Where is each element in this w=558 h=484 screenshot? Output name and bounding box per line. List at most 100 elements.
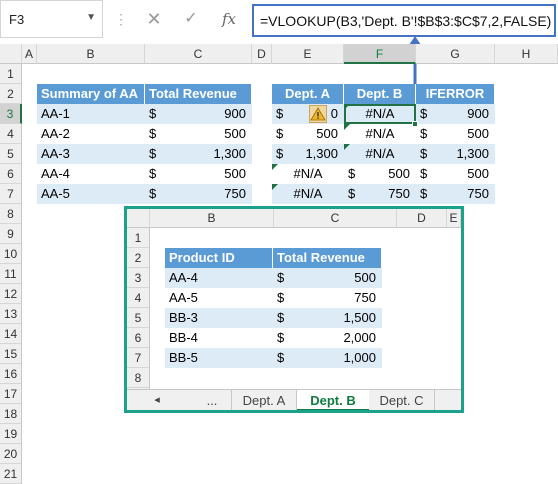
summary-cell-id[interactable]: AA-2 xyxy=(37,124,145,144)
row-header-20[interactable]: 20 xyxy=(0,444,22,464)
dept-a-value[interactable]: #N/A xyxy=(272,164,344,184)
summary-cell-value[interactable]: 500 xyxy=(175,124,252,144)
summary-header-revenue[interactable]: Total Revenue xyxy=(145,84,252,104)
column-header-f[interactable]: F xyxy=(344,44,416,64)
row-header-19[interactable]: 19 xyxy=(0,424,22,444)
summary-cell-id[interactable]: AA-4 xyxy=(37,164,145,184)
row-header-7[interactable]: 7 xyxy=(0,184,22,204)
summary-cell-value[interactable]: 500 xyxy=(175,164,252,184)
popup-header-product-id[interactable]: Product ID xyxy=(165,248,273,268)
row-header-9[interactable]: 9 xyxy=(0,224,22,244)
row-header-17[interactable]: 17 xyxy=(0,384,22,404)
dept-b-currency[interactable]: $ xyxy=(344,164,370,184)
popup-row-header-8[interactable]: 8 xyxy=(127,368,150,388)
select-all-corner[interactable] xyxy=(0,44,22,64)
popup-column-header-b[interactable]: B xyxy=(150,209,274,228)
dept-a-currency[interactable]: $ xyxy=(272,104,292,124)
tab-dept-c[interactable]: Dept. C xyxy=(369,390,435,410)
dept-header-b[interactable]: Dept. B xyxy=(344,84,416,104)
row-header-18[interactable]: 18 xyxy=(0,404,22,424)
popup-row-header-7[interactable]: 7 xyxy=(127,348,150,368)
summary-cell-value[interactable]: 750 xyxy=(175,184,252,204)
column-header-a[interactable]: A xyxy=(22,44,37,64)
popup-cell-id[interactable]: BB-4 xyxy=(165,328,273,348)
popup-column-header-c[interactable]: C xyxy=(274,209,397,228)
dept-a-value[interactable]: #N/A xyxy=(272,184,344,204)
summary-cell-id[interactable]: AA-3 xyxy=(37,144,145,164)
dept-b-currency[interactable]: $ xyxy=(344,184,370,204)
dept-b-value[interactable]: #N/A xyxy=(344,144,416,164)
dept-b-value[interactable]: 500 xyxy=(370,164,416,184)
popup-cell-currency[interactable]: $ xyxy=(273,348,303,368)
row-header-14[interactable]: 14 xyxy=(0,324,22,344)
iferror-value[interactable]: 500 xyxy=(440,164,495,184)
warning-icon[interactable] xyxy=(309,105,327,123)
row-header-8[interactable]: 8 xyxy=(0,204,22,224)
dept-header-iferror[interactable]: IFERROR xyxy=(416,84,495,104)
column-header-h[interactable]: H xyxy=(495,44,558,64)
row-header-4[interactable]: 4 xyxy=(0,124,22,144)
row-header-10[interactable]: 10 xyxy=(0,244,22,264)
summary-cell-currency[interactable]: $ xyxy=(145,164,175,184)
popup-cell-currency[interactable]: $ xyxy=(273,328,303,348)
popup-cell-value[interactable]: 1,000 xyxy=(303,348,382,368)
row-header-6[interactable]: 6 xyxy=(0,164,22,184)
popup-cell-id[interactable]: BB-5 xyxy=(165,348,273,368)
dept-header-a[interactable]: Dept. A xyxy=(272,84,344,104)
iferror-value[interactable]: 900 xyxy=(440,104,495,124)
summary-cell-currency[interactable]: $ xyxy=(145,124,175,144)
summary-cell-value[interactable]: 1,300 xyxy=(175,144,252,164)
iferror-currency[interactable]: $ xyxy=(416,184,440,204)
popup-cell-value[interactable]: 1,500 xyxy=(303,308,382,328)
tab-more-button[interactable]: ... xyxy=(201,390,223,410)
column-header-c[interactable]: C xyxy=(145,44,252,64)
row-header-5[interactable]: 5 xyxy=(0,144,22,164)
dept-b-value[interactable]: #N/A xyxy=(344,124,416,144)
tab-dept-b[interactable]: Dept. B xyxy=(297,390,369,410)
iferror-currency[interactable]: $ xyxy=(416,164,440,184)
popup-cell-value[interactable]: 750 xyxy=(303,288,382,308)
dept-a-value[interactable]: 1,300 xyxy=(292,144,344,164)
dept-b-value[interactable]: 750 xyxy=(370,184,416,204)
popup-cell-id[interactable]: AA-4 xyxy=(165,268,273,288)
row-header-2[interactable]: 2 xyxy=(0,84,22,104)
popup-cell-id[interactable]: AA-5 xyxy=(165,288,273,308)
popup-cell-value[interactable]: 500 xyxy=(303,268,382,288)
column-header-b[interactable]: B xyxy=(37,44,145,64)
iferror-value[interactable]: 750 xyxy=(440,184,495,204)
iferror-value[interactable]: 1,300 xyxy=(440,144,495,164)
popup-cell-currency[interactable]: $ xyxy=(273,308,303,328)
fill-handle[interactable] xyxy=(412,121,418,127)
popup-column-header-e[interactable]: E xyxy=(447,209,461,228)
summary-cell-currency[interactable]: $ xyxy=(145,144,175,164)
iferror-currency[interactable]: $ xyxy=(416,144,440,164)
column-header-g[interactable]: G xyxy=(416,44,495,64)
popup-column-header-d[interactable]: D xyxy=(397,209,447,228)
popup-row-header-3[interactable]: 3 xyxy=(127,268,150,288)
dept-a-currency[interactable]: $ xyxy=(272,124,292,144)
row-header-15[interactable]: 15 xyxy=(0,344,22,364)
summary-cell-id[interactable]: AA-1 xyxy=(37,104,145,124)
row-header-1[interactable]: 1 xyxy=(0,64,22,84)
summary-cell-currency[interactable]: $ xyxy=(145,104,175,124)
dept-a-currency[interactable]: $ xyxy=(272,144,292,164)
tab-dept-a[interactable]: Dept. A xyxy=(231,390,297,410)
column-header-e[interactable]: E xyxy=(272,44,344,64)
popup-cell-value[interactable]: 2,000 xyxy=(303,328,382,348)
summary-cell-id[interactable]: AA-5 xyxy=(37,184,145,204)
iferror-value[interactable]: 500 xyxy=(440,124,495,144)
iferror-currency[interactable]: $ xyxy=(416,104,440,124)
popup-row-header-1[interactable]: 1 xyxy=(127,228,150,248)
popup-row-header-4[interactable]: 4 xyxy=(127,288,150,308)
popup-cell-currency[interactable]: $ xyxy=(273,288,303,308)
row-header-21[interactable]: 21 xyxy=(0,464,22,484)
row-header-16[interactable]: 16 xyxy=(0,364,22,384)
popup-cell-id[interactable]: BB-3 xyxy=(165,308,273,328)
summary-cell-currency[interactable]: $ xyxy=(145,184,175,204)
dept-a-value[interactable]: 500 xyxy=(292,124,344,144)
popup-cell-currency[interactable]: $ xyxy=(273,268,303,288)
popup-header-revenue[interactable]: Total Revenue xyxy=(273,248,382,268)
row-header-11[interactable]: 11 xyxy=(0,264,22,284)
row-header-12[interactable]: 12 xyxy=(0,284,22,304)
row-header-3[interactable]: 3 xyxy=(0,104,22,124)
